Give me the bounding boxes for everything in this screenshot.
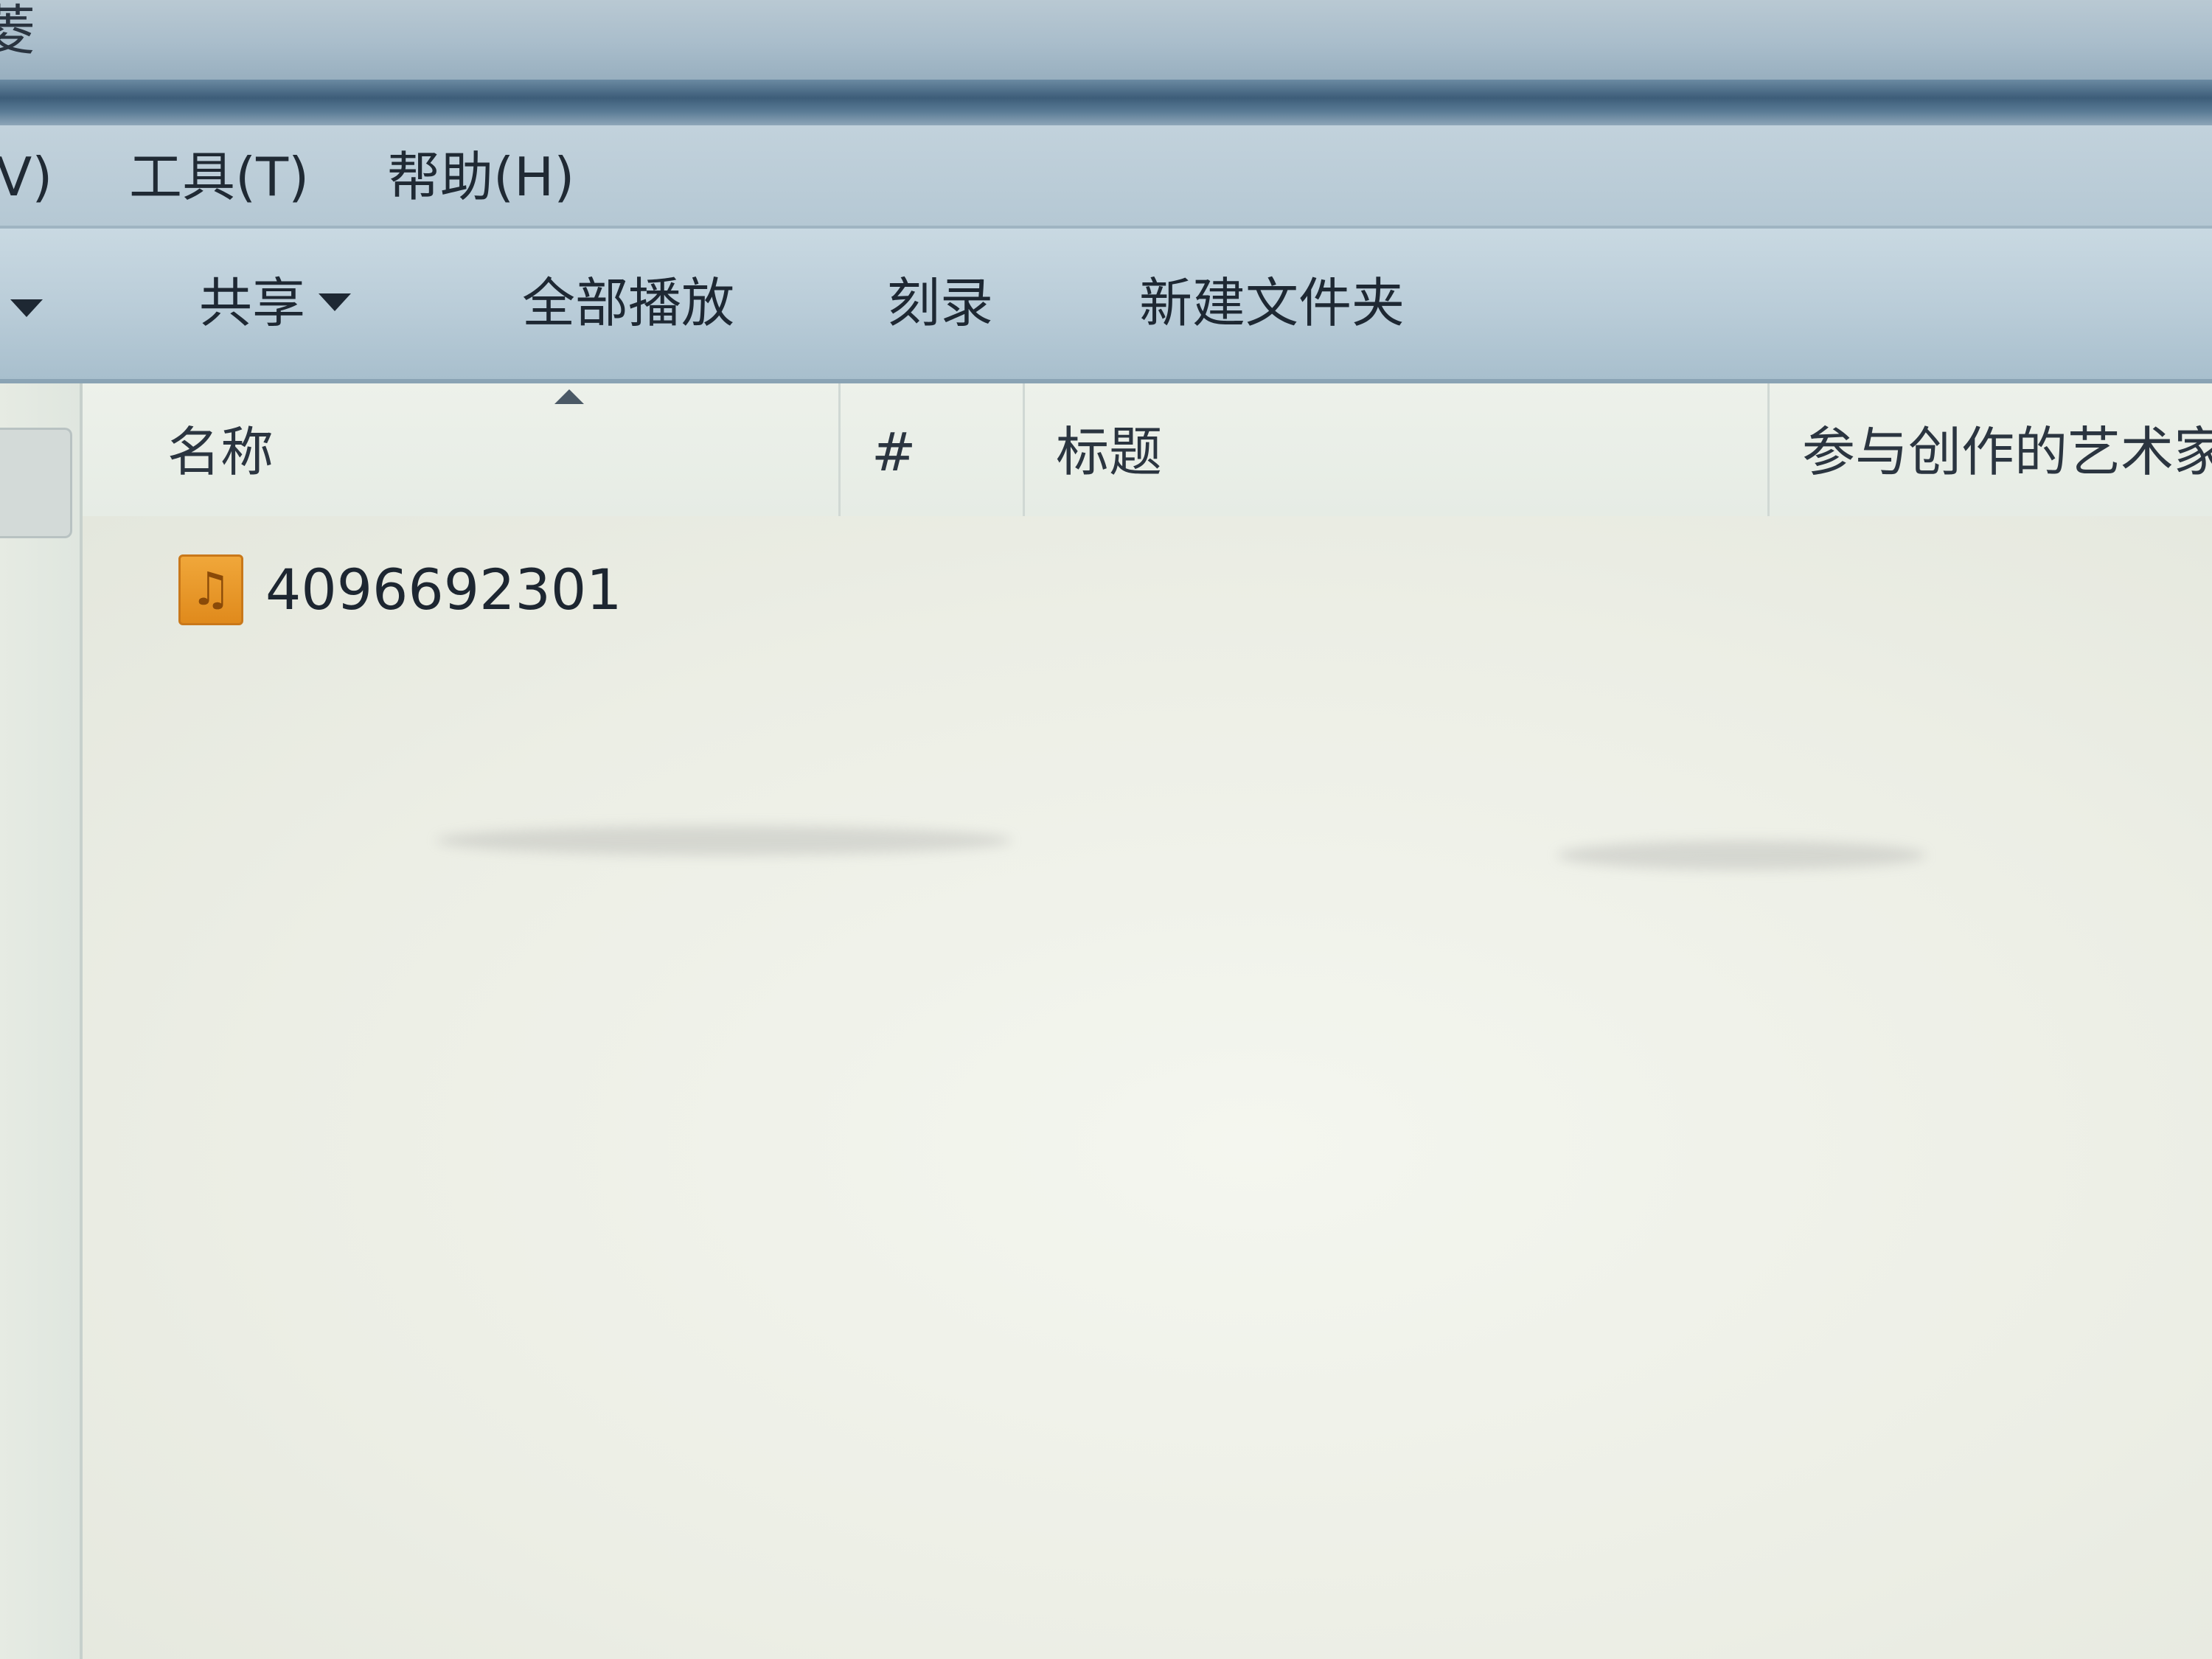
screen-smudge: [437, 826, 1012, 855]
column-separator[interactable]: [1023, 383, 1025, 516]
column-header-row: 名称 # 标题 参与创作的艺术家: [83, 383, 2212, 516]
play-all-button[interactable]: 全部播放: [522, 271, 734, 335]
organize-dropdown-icon[interactable]: [10, 299, 43, 317]
chevron-down-icon: [319, 293, 352, 312]
menu-help[interactable]: 帮助(H): [387, 147, 574, 206]
file-list[interactable]: ♫ 4096692301: [83, 516, 2212, 1659]
share-button-label: 共享: [199, 272, 306, 334]
column-header-track-number[interactable]: #: [872, 420, 916, 484]
new-folder-button[interactable]: 新建文件夹: [1139, 271, 1405, 335]
column-header-name[interactable]: 名称: [167, 420, 274, 484]
burn-button[interactable]: 刻录: [887, 271, 993, 335]
menu-bar: V) 工具(T) 帮助(H): [0, 125, 2212, 229]
column-header-title[interactable]: 标题: [1056, 420, 1162, 484]
column-separator[interactable]: [838, 383, 841, 516]
menu-tools[interactable]: 工具(T): [129, 147, 309, 206]
sort-ascending-icon: [554, 389, 584, 404]
music-file-icon: ♫: [178, 554, 243, 625]
title-bar-border: [0, 80, 2212, 125]
screen-smudge: [1557, 841, 1926, 870]
window-title: 菱: [0, 0, 35, 63]
list-item[interactable]: ♫ 4096692301: [83, 546, 894, 634]
navigation-pane: [0, 383, 83, 1659]
menu-view[interactable]: V): [0, 147, 52, 206]
column-header-contributing-artists[interactable]: 参与创作的艺术家: [1802, 420, 2212, 484]
file-name: 4096692301: [265, 557, 622, 622]
navigation-pane-scrollbar[interactable]: [0, 428, 72, 538]
title-bar: 菱: [0, 0, 2212, 80]
column-separator[interactable]: [1767, 383, 1770, 516]
command-toolbar: 共享 全部播放 刻录 新建文件夹: [0, 229, 2212, 383]
share-button[interactable]: 共享: [199, 271, 352, 335]
